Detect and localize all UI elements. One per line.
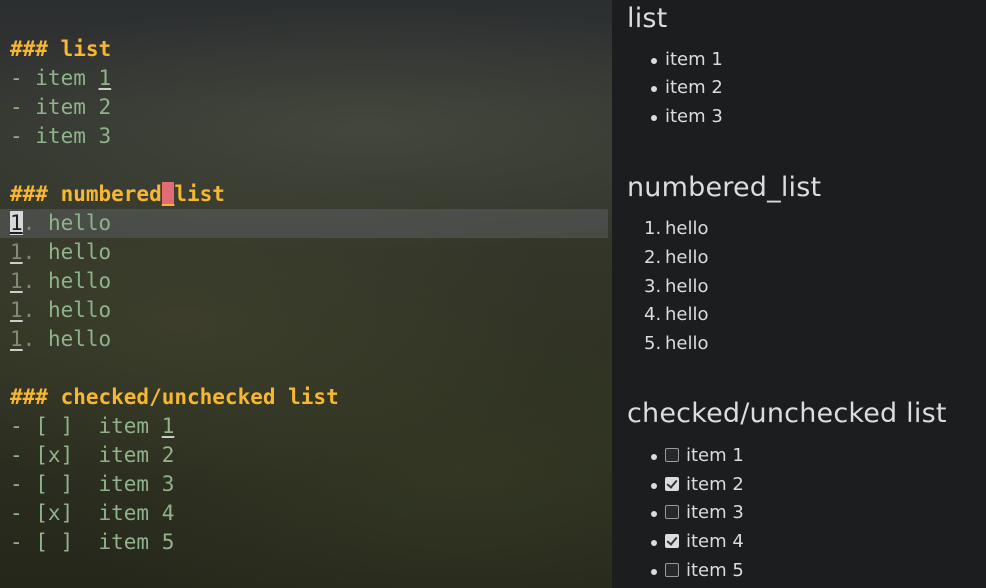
item-number: 3. (644, 276, 662, 297)
markdown-preview: list item 1 item 2 item 3 numbered_list … (612, 0, 986, 588)
check-prefix: - [ ] item (10, 414, 162, 438)
item-label: item 1 (686, 445, 744, 466)
numbered-num: 1 (10, 269, 23, 293)
item-label: item 1 (665, 49, 723, 70)
item-label: item 2 (686, 474, 744, 495)
checkbox-unchecked[interactable] (665, 563, 679, 577)
preview-numbered-item: 2. hello (644, 244, 709, 272)
preview-numbered-item: 5. hello (644, 330, 709, 358)
numbered-dot: . (22, 327, 36, 351)
numbered-text: hello (35, 211, 112, 235)
numbered-text: hello (35, 327, 112, 351)
bullet-icon (651, 115, 657, 121)
list-prefix: - item (10, 66, 99, 90)
preview-heading-checked: checked/unchecked list (627, 398, 947, 429)
preview-numbered-item: 3. hello (644, 273, 709, 301)
item-label: item 5 (686, 560, 744, 581)
editor-list-item[interactable]: - item 1 (10, 64, 111, 93)
bullet-icon (651, 86, 657, 92)
numbered-dot: . (22, 240, 36, 264)
editor-heading-list[interactable]: ### list (10, 35, 111, 64)
numbered-num: 1 (10, 298, 23, 322)
preview-heading-numbered: numbered_list (627, 172, 822, 203)
numbered-num: 1 (10, 240, 23, 264)
editor-numbered-item[interactable]: 1. hello (10, 325, 111, 354)
bullet-icon (651, 58, 657, 64)
preview-check-item: item 2 (651, 471, 744, 499)
preview-heading-list: list (627, 3, 668, 34)
item-label: item 3 (686, 502, 744, 523)
heading-text-b: list (174, 182, 225, 206)
heading-text: list (60, 37, 112, 61)
checkbox-unchecked[interactable] (665, 505, 679, 519)
item-number: 1. (644, 218, 662, 239)
editor-list-item[interactable]: - item 2 (10, 93, 111, 122)
bullet-icon (651, 511, 657, 517)
heading-text-a: ### numbered (10, 182, 162, 206)
preview-check-item: item 1 (651, 442, 744, 470)
item-label: hello (665, 247, 709, 268)
numbered-dot: . (22, 211, 36, 235)
bullet-icon (651, 483, 657, 489)
numbered-text: hello (35, 298, 112, 322)
checkbox-checked[interactable] (665, 477, 679, 491)
check-number: 1 (161, 414, 175, 438)
preview-check-item: item 4 (651, 528, 744, 556)
bullet-icon (651, 569, 657, 575)
editor-check-item[interactable]: - [ ] item 3 (10, 470, 174, 499)
item-label: hello (665, 218, 709, 239)
preview-list-item: item 1 (651, 46, 723, 74)
item-number: 5. (644, 333, 662, 354)
editor-check-item[interactable]: - [x] item 4 (10, 499, 174, 528)
item-label: item 4 (686, 531, 744, 552)
editor-list-item[interactable]: - item 3 (10, 122, 111, 151)
editor-numbered-item[interactable]: 1. hello (10, 238, 111, 267)
item-label: hello (665, 333, 709, 354)
editor-numbered-item[interactable]: 1. hello (10, 267, 111, 296)
preview-check-item: item 3 (651, 499, 744, 527)
editor-numbered-item[interactable]: 1. hello (10, 296, 111, 325)
numbered-num: 1 (10, 327, 23, 351)
markdown-editor[interactable]: ### list - item 1 - item 2 - item 3 ### … (0, 0, 612, 588)
item-label: item 3 (665, 106, 723, 127)
item-number: 4. (644, 304, 662, 325)
preview-check-item: item 5 (651, 557, 744, 585)
preview-list-item: item 3 (651, 103, 723, 131)
editor-numbered-item[interactable]: 1. hello (10, 209, 111, 238)
list-number: 1 (98, 66, 112, 90)
block-cursor: 1 (10, 211, 23, 235)
numbered-text: hello (35, 269, 112, 293)
item-label: item 2 (665, 77, 723, 98)
checkbox-unchecked[interactable] (665, 448, 679, 462)
preview-numbered-item: 4. hello (644, 301, 709, 329)
item-label: hello (665, 304, 709, 325)
checkbox-checked[interactable] (665, 534, 679, 548)
editor-heading-numbered[interactable]: ### numbered_list (10, 180, 225, 209)
numbered-dot: . (22, 269, 36, 293)
item-number: 2. (644, 247, 662, 268)
preview-numbered-item: 1. hello (644, 215, 709, 243)
editor-check-item[interactable]: - [ ] item 1 (10, 412, 174, 441)
item-label: hello (665, 276, 709, 297)
bullet-icon (651, 454, 657, 460)
numbered-text: hello (35, 240, 112, 264)
numbered-dot: . (22, 298, 36, 322)
editor-check-item[interactable]: - [x] item 2 (10, 441, 174, 470)
editor-heading-checked[interactable]: ### checked/unchecked list (10, 383, 339, 412)
heading-marker: ### (10, 37, 61, 61)
text-cursor: _ (161, 182, 175, 206)
editor-check-item[interactable]: - [ ] item 5 (10, 528, 174, 557)
preview-list-item: item 2 (651, 74, 723, 102)
bullet-icon (651, 540, 657, 546)
